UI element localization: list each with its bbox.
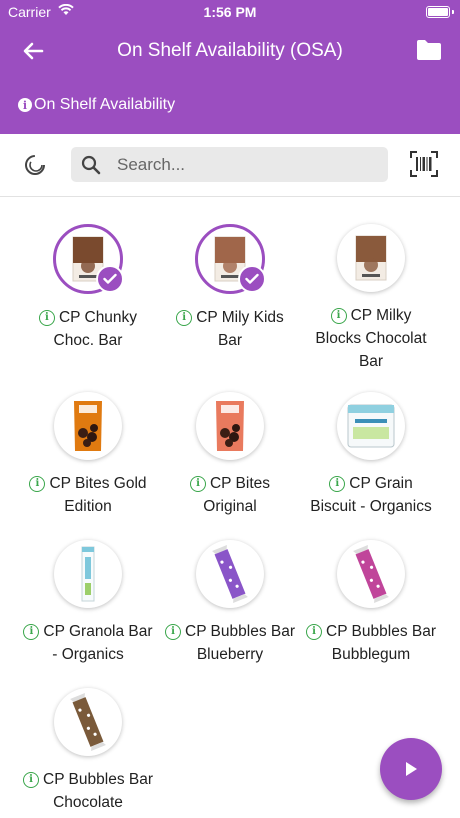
product-name: i CP Bites Original [155, 472, 305, 518]
info-icon[interactable]: i [165, 623, 181, 640]
product-name-line-1: CP Granola Bar [43, 623, 153, 640]
product-name-line-1: CP Bites Gold [49, 475, 147, 492]
product-name-line-2: Biscuit - Organics [310, 498, 432, 515]
product-name-line-2: Blocks Chocolat [315, 330, 427, 347]
product-name-line-2: Original [203, 498, 257, 515]
product-name-line-1: CP Bubbles Bar [43, 771, 153, 788]
product-thumbnail [54, 392, 122, 460]
product-name-line-2: Chocolate [53, 794, 123, 811]
product-name-line-1: CP Grain [349, 475, 413, 492]
product-image [216, 401, 244, 451]
product-item[interactable]: i CP Granola Bar - Organics [13, 540, 163, 666]
product-thumbnail [337, 224, 405, 292]
product-thumbnail [196, 540, 264, 608]
osa-subtitle: i On Shelf Availability [18, 96, 175, 114]
page-title: On Shelf Availability (OSA) [117, 40, 343, 61]
product-item[interactable]: i CP Bubbles Bar Bubblegum [296, 540, 446, 666]
product-name-line-2: Bar [217, 332, 243, 349]
product-image [353, 545, 389, 603]
product-image [347, 404, 395, 448]
info-icon[interactable]: i [329, 475, 346, 492]
product-image [355, 235, 387, 281]
product-thumbnail [337, 392, 405, 460]
search-input[interactable] [115, 150, 379, 180]
product-item[interactable]: i CP Bubbles Bar Blueberry [155, 540, 305, 666]
product-name: i CP Grain Biscuit - Organics [296, 472, 446, 518]
check-icon [96, 265, 124, 293]
product-name-line-2: Edition [64, 498, 112, 515]
product-item[interactable]: i CP Milky Blocks Chocolat Bar [296, 224, 446, 373]
product-name: i CP Mily Kids Bar [155, 306, 305, 352]
product-name-line-1: CP Bubbles Bar [185, 623, 295, 640]
app-bar: On Shelf Availability (OSA) i On Shelf A… [0, 24, 460, 134]
product-name: i CP Bites Gold Edition [13, 472, 163, 518]
product-image [81, 546, 95, 602]
refresh-icon[interactable] [22, 152, 48, 178]
product-name-line-1: CP Bites [209, 475, 271, 492]
product-name-line-2: Bubblegum [331, 646, 411, 663]
product-name-line-3: Bar [358, 353, 384, 370]
search-box [71, 147, 388, 182]
product-item[interactable]: i CP Grain Biscuit - Organics [296, 392, 446, 518]
product-image [70, 693, 106, 751]
product-name-line-2: Choc. Bar [53, 332, 123, 349]
product-name: i CP Granola Bar - Organics [13, 620, 163, 666]
battery-icon [426, 6, 450, 18]
product-name: i CP Bubbles Bar Blueberry [155, 620, 305, 666]
product-name: i CP Chunky Choc. Bar [13, 306, 163, 352]
product-name-line-2: Blueberry [196, 646, 264, 663]
product-thumbnail [54, 688, 122, 756]
info-icon[interactable]: i [38, 309, 55, 326]
folder-icon[interactable] [416, 38, 442, 62]
product-thumbnail [337, 540, 405, 608]
product-name: i CP Bubbles Bar Chocolate [13, 768, 163, 814]
product-name-line-1: CP Mily Kids [196, 309, 284, 326]
product-name-line-1: CP Chunky [58, 309, 138, 326]
product-thumbnail [53, 224, 124, 294]
barcode-scan-icon[interactable] [410, 151, 438, 177]
status-bar: Carrier 1:56 PM [0, 0, 460, 24]
clock: 1:56 PM [203, 4, 257, 20]
info-icon[interactable]: i [176, 309, 193, 326]
product-item[interactable]: i CP Chunky Choc. Bar [13, 224, 163, 352]
product-name-line-1: CP Bubbles Bar [326, 623, 436, 640]
info-icon[interactable]: i [189, 475, 206, 492]
product-item[interactable]: i CP Mily Kids Bar [155, 224, 305, 352]
search-row [0, 134, 460, 197]
product-image [74, 401, 102, 451]
search-icon [81, 155, 101, 175]
subtitle-text: On Shelf Availability [34, 96, 176, 113]
info-icon[interactable]: i [306, 623, 322, 640]
product-name-line-2: - Organics [52, 646, 124, 663]
product-name: i CP Milky Blocks Chocolat Bar [296, 304, 446, 373]
play-button[interactable] [380, 738, 442, 800]
product-item[interactable]: i CP Bites Gold Edition [13, 392, 163, 518]
info-icon[interactable]: i [330, 307, 347, 324]
product-thumbnail [54, 540, 122, 608]
info-icon[interactable]: i [23, 623, 40, 640]
info-icon[interactable]: i [23, 771, 39, 788]
product-item[interactable]: i CP Bites Original [155, 392, 305, 518]
product-image [212, 545, 248, 603]
play-icon [406, 762, 417, 776]
product-thumbnail [195, 224, 266, 294]
product-item[interactable]: i CP Bubbles Bar Chocolate [13, 688, 163, 814]
info-icon: i [18, 98, 32, 112]
product-name-line-1: CP Milky [350, 307, 412, 324]
product-name: i CP Bubbles Bar Bubblegum [296, 620, 446, 666]
product-thumbnail [196, 392, 264, 460]
check-icon [238, 265, 266, 293]
info-icon[interactable]: i [29, 475, 46, 492]
